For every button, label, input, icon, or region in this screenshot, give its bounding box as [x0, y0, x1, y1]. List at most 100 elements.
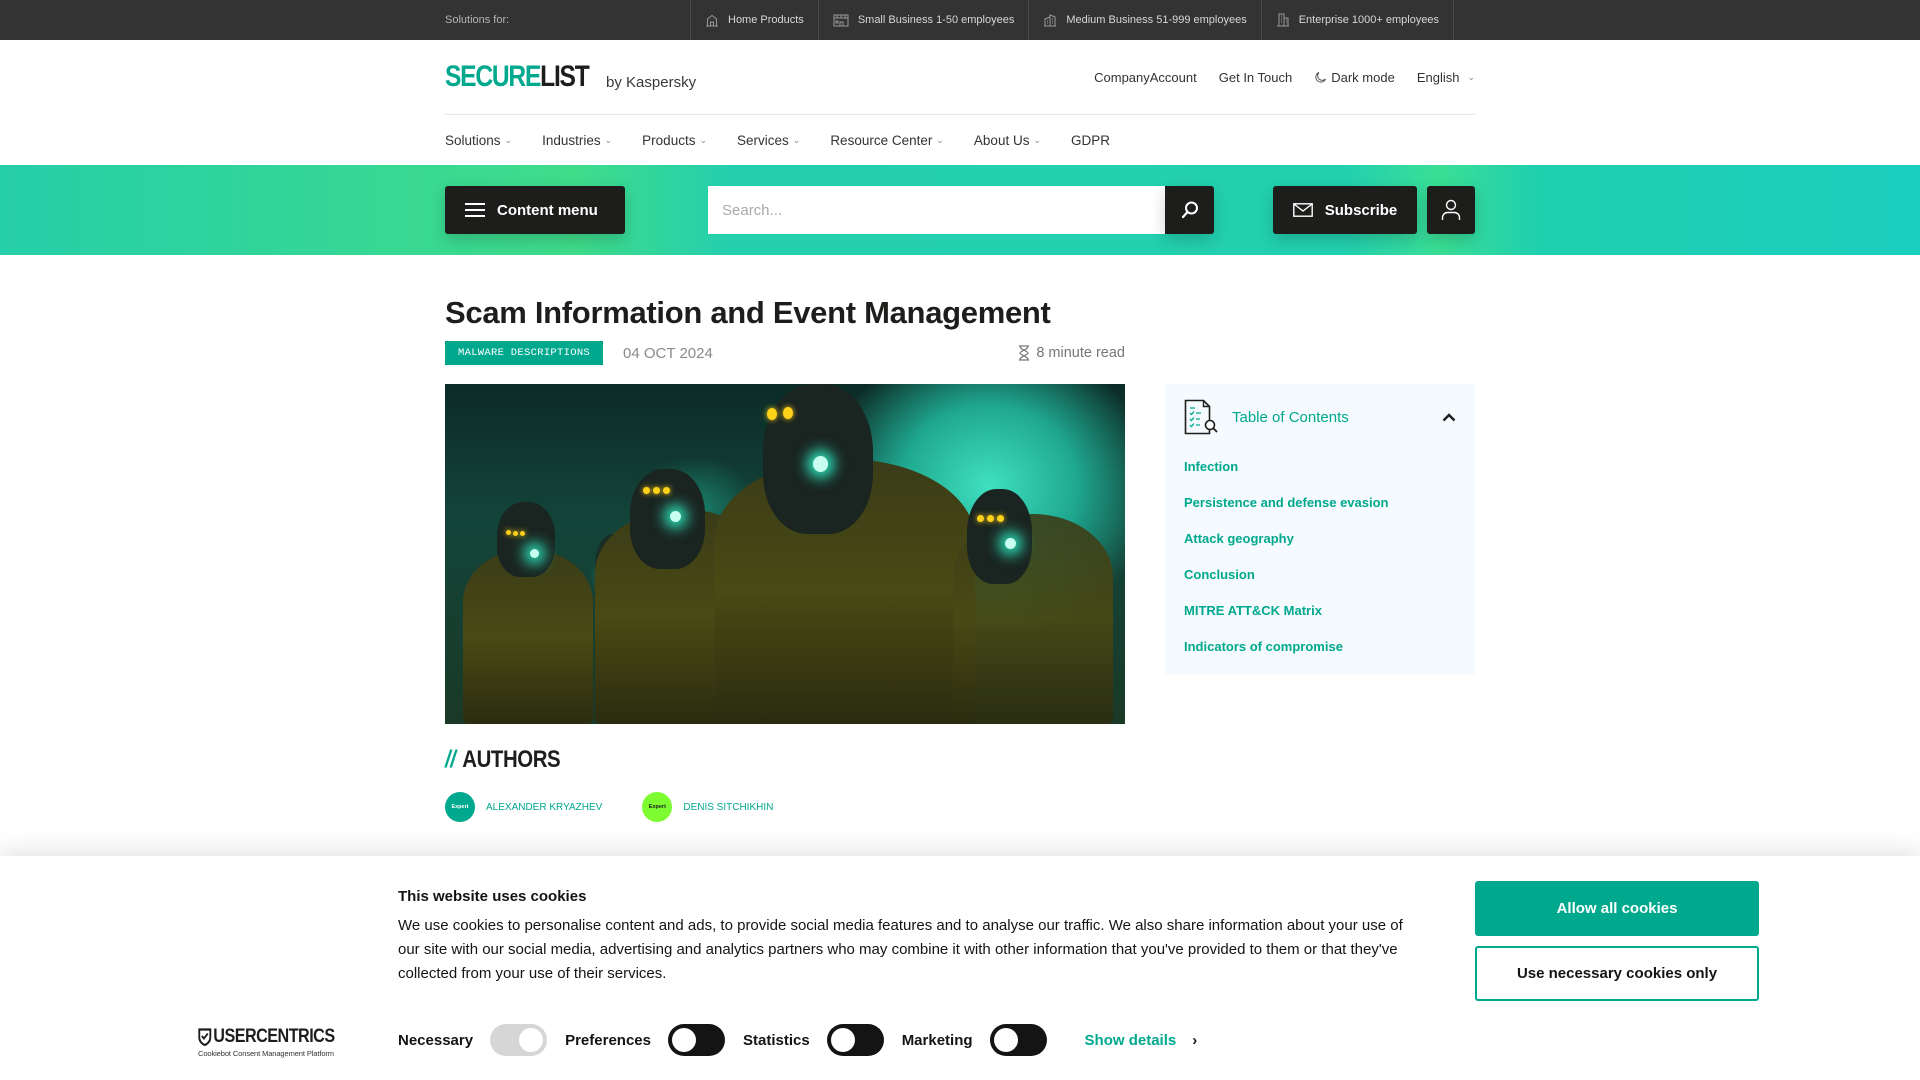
author-alexander-kryazhev[interactable]: Expert ALEXANDER KRYAZHEV	[445, 792, 602, 822]
toc-item-attack-geography[interactable]: Attack geography	[1184, 520, 1456, 556]
marketing-switch[interactable]	[989, 1024, 1047, 1056]
hero-image	[445, 384, 1125, 724]
usercentrics-brand: USERCENTRICS	[213, 1026, 335, 1047]
user-icon	[1441, 199, 1461, 220]
document-search-icon	[1184, 399, 1218, 435]
chevron-down-icon: ⌄	[1467, 71, 1475, 82]
toggle-label: Marketing	[901, 1031, 973, 1049]
securelist-logo[interactable]: SECURELIST by Kaspersky	[445, 62, 696, 92]
segment-label: Home Products	[728, 14, 804, 26]
double-slash-icon: //	[445, 746, 456, 773]
search-button[interactable]	[1165, 186, 1214, 234]
toc-item-persistence[interactable]: Persistence and defense evasion	[1184, 484, 1456, 520]
toggle-label: Statistics	[742, 1031, 810, 1049]
toggle-label: Necessary	[398, 1031, 474, 1049]
nav-label: Services	[737, 132, 789, 148]
logo-secure: SECURE	[445, 60, 541, 93]
toc-item-infection[interactable]: Infection	[1184, 448, 1456, 484]
segment-label: Medium Business 51-999 employees	[1066, 14, 1247, 26]
solutions-topbar: Solutions for: Home Products Small Busin…	[0, 0, 1920, 40]
search-icon	[1181, 201, 1198, 219]
search-form	[708, 186, 1214, 234]
segment-small-business[interactable]: Small Business 1-50 employees	[817, 0, 1029, 40]
house-icon	[706, 14, 718, 26]
site-header: SECURELIST by Kaspersky CompanyAccount G…	[0, 40, 1920, 115]
action-band: Content menu Subscribe	[0, 165, 1920, 255]
toggle-necessary: Necessary	[398, 1024, 548, 1056]
logo-by-kaspersky: by Kaspersky	[606, 74, 697, 91]
content-menu-label: Content menu	[497, 201, 598, 219]
language-label: English	[1416, 69, 1460, 85]
author-name: DENIS SITCHIKHIN	[683, 801, 774, 813]
author-name: ALEXANDER KRYAZHEV	[486, 801, 603, 813]
nav-label: About Us	[973, 132, 1030, 148]
preferences-switch[interactable]	[667, 1024, 725, 1056]
article-meta: MALWARE DESCRIPTIONS 04 OCT 2024 8 minut…	[445, 341, 1125, 365]
storefront-icon	[833, 14, 849, 26]
allow-all-cookies-button[interactable]: Allow all cookies	[1475, 881, 1759, 936]
search-input[interactable]	[708, 186, 1165, 234]
article: Scam Information and Event Management MA…	[0, 255, 1920, 822]
company-account-link[interactable]: CompanyAccount	[1094, 70, 1197, 85]
category-tag[interactable]: MALWARE DESCRIPTIONS	[445, 341, 604, 365]
cookie-consent-banner: This website uses cookies We use cookies…	[0, 856, 1920, 1080]
toggle-statistics: Statistics	[743, 1024, 884, 1056]
main-nav: Solutions ⌄ Industries ⌄ Products ⌄ Service…	[0, 115, 1920, 165]
get-in-touch-link[interactable]: Get In Touch	[1219, 70, 1292, 85]
segment-medium-business[interactable]: Medium Business 51-999 employees	[1028, 0, 1260, 40]
author-denis-sitchikhin[interactable]: Expert DENIS SITCHIKHIN	[642, 792, 773, 822]
show-details-label: Show details	[1084, 1031, 1177, 1049]
segment-home-products[interactable]: Home Products	[690, 0, 818, 40]
avatar: Expert	[642, 792, 673, 822]
nav-item-resource-center[interactable]: Resource Center ⌄	[830, 133, 944, 148]
avatar: Expert	[445, 792, 475, 822]
chevron-down-icon: ⌄	[699, 134, 707, 145]
toc-list: Infection Persistence and defense evasio…	[1184, 448, 1456, 664]
moon-icon	[1315, 71, 1327, 83]
dark-mode-label: Dark mode	[1331, 69, 1395, 85]
language-selector[interactable]: English ⌄	[1417, 70, 1475, 85]
subscribe-label: Subscribe	[1324, 201, 1398, 219]
subscribe-button[interactable]: Subscribe	[1273, 186, 1417, 234]
cookie-category-toggles: Necessary Preferences Statistics Marketi…	[398, 1024, 1197, 1056]
toggle-marketing: Marketing	[902, 1024, 1047, 1056]
nav-item-about-us[interactable]: About Us ⌄	[974, 133, 1041, 148]
office-building-icon	[1044, 14, 1057, 27]
chevron-down-icon: ⌄	[792, 134, 801, 145]
necessary-switch	[490, 1024, 548, 1056]
nav-item-solutions[interactable]: Solutions ⌄	[445, 133, 512, 148]
envelope-icon	[1292, 203, 1313, 217]
cookie-title: This website uses cookies	[398, 888, 587, 905]
read-time-label: 8 minute read	[1036, 345, 1125, 361]
table-of-contents: Table of Contents Infection Persistence …	[1165, 384, 1475, 674]
toggle-label: Preferences	[565, 1031, 651, 1049]
necessary-cookies-only-button[interactable]: Use necessary cookies only	[1475, 946, 1759, 1001]
nav-item-services[interactable]: Services ⌄	[737, 133, 800, 148]
authors-heading: // AUTHORS	[445, 746, 1023, 774]
shield-check-icon	[198, 1028, 212, 1046]
segment-enterprise[interactable]: Enterprise 1000+ employees	[1260, 0, 1455, 40]
content-menu-button[interactable]: Content menu	[445, 186, 625, 234]
chevron-up-icon[interactable]	[1442, 412, 1456, 422]
authors-heading-text: AUTHORS	[462, 746, 561, 773]
dark-mode-toggle[interactable]: Dark mode	[1314, 70, 1395, 85]
usercentrics-logo: USERCENTRICS Cookiebot Consent Managemen…	[198, 1026, 359, 1058]
user-account-button[interactable]	[1427, 186, 1475, 234]
nav-label: Products	[642, 132, 696, 148]
show-details-link[interactable]: Show details ›	[1085, 1032, 1198, 1049]
segment-label: Enterprise 1000+ employees	[1298, 14, 1440, 26]
skyscraper-icon	[1276, 13, 1289, 27]
toc-item-iocs[interactable]: Indicators of compromise	[1184, 628, 1456, 664]
statistics-switch[interactable]	[826, 1024, 884, 1056]
nav-item-industries[interactable]: Industries ⌄	[542, 133, 612, 148]
nav-item-gdpr[interactable]: GDPR	[1071, 133, 1110, 148]
hourglass-icon	[1019, 345, 1030, 361]
cookie-description: We use cookies to personalise content an…	[398, 917, 1403, 982]
toc-item-mitre-matrix[interactable]: MITRE ATT&CK Matrix	[1184, 592, 1456, 628]
hamburger-icon	[465, 199, 485, 221]
header-utility-links: CompanyAccount Get In Touch Dark mode En…	[1094, 70, 1475, 85]
nav-label: Industries	[542, 132, 601, 148]
nav-item-products[interactable]: Products ⌄	[642, 133, 707, 148]
toc-toggle[interactable]: Table of Contents	[1184, 394, 1456, 440]
toc-item-conclusion[interactable]: Conclusion	[1184, 556, 1456, 592]
